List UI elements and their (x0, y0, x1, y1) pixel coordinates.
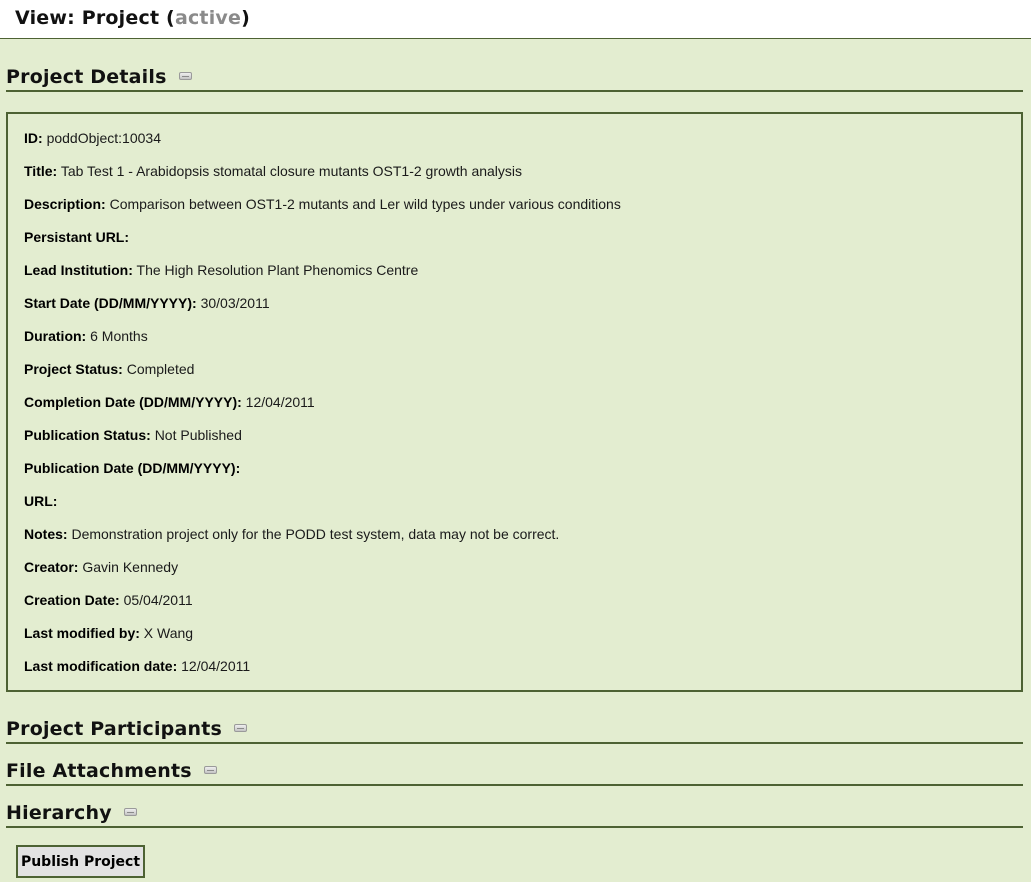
field-start-date: Start Date (DD/MM/YYYY): 30/03/2011 (24, 295, 270, 311)
field-label: Description: (24, 196, 106, 212)
field-value: The High Resolution Plant Phenomics Cent… (136, 262, 419, 278)
field-notes: Notes: Demonstration project only for th… (24, 526, 559, 542)
field-description: Description: Comparison between OST1-2 m… (24, 196, 621, 212)
field-duration: Duration: 6 Months (24, 328, 148, 344)
page-title: View: Project (active) (15, 7, 250, 29)
section-title-project-participants: Project Participants (6, 718, 223, 740)
field-title: Title: Tab Test 1 - Arabidopsis stomatal… (24, 163, 522, 179)
field-label: Title: (24, 163, 58, 179)
field-url: URL: (24, 493, 57, 509)
section-project-participants: Project Participants (6, 718, 1023, 744)
publish-project-button[interactable]: Publish Project (16, 845, 145, 878)
field-value: 05/04/2011 (123, 592, 193, 608)
field-label: Publication Date (DD/MM/YYYY): (24, 460, 241, 476)
project-details-panel: ID: poddObject:10034 Title: Tab Test 1 -… (6, 112, 1023, 692)
section-file-attachments: File Attachments (6, 760, 1023, 786)
field-label: Project Status: (24, 361, 123, 377)
collapse-toggle-icon[interactable] (178, 72, 192, 80)
field-label: Duration: (24, 328, 87, 344)
collapse-toggle-icon[interactable] (234, 724, 248, 732)
field-label: Last modified by: (24, 625, 140, 641)
section-title-project-details: Project Details (6, 66, 167, 88)
field-publication-date: Publication Date (DD/MM/YYYY): (24, 460, 240, 476)
field-id: ID: poddObject:10034 (24, 130, 161, 146)
section-hierarchy: Hierarchy (6, 802, 1023, 828)
field-value: 12/04/2011 (245, 394, 315, 410)
field-label: Start Date (DD/MM/YYYY): (24, 295, 197, 311)
collapse-toggle-icon[interactable] (123, 808, 137, 816)
field-project-status: Project Status: Completed (24, 361, 194, 377)
field-creation-date: Creation Date: 05/04/2011 (24, 592, 193, 608)
field-last-modification-date: Last modification date: 12/04/2011 (24, 658, 250, 674)
page-title-prefix: View: Project ( (15, 7, 175, 29)
field-value: Gavin Kennedy (82, 559, 179, 575)
field-label: Notes: (24, 526, 68, 542)
field-value: Comparison between OST1-2 mutants and Le… (109, 196, 621, 212)
section-title-hierarchy: Hierarchy (6, 802, 112, 824)
field-creator: Creator: Gavin Kennedy (24, 559, 178, 575)
project-status-label: active (174, 7, 242, 29)
field-label: Creator: (24, 559, 79, 575)
field-value: Demonstration project only for the PODD … (71, 526, 560, 542)
field-completion-date: Completion Date (DD/MM/YYYY): 12/04/2011 (24, 394, 315, 410)
field-label: Persistant URL: (24, 229, 130, 245)
field-value: poddObject:10034 (46, 130, 161, 146)
field-value: 30/03/2011 (200, 295, 270, 311)
field-publication-status: Publication Status: Not Published (24, 427, 242, 443)
field-label: ID: (24, 130, 43, 146)
field-value: Completed (126, 361, 195, 377)
field-label: Lead Institution: (24, 262, 133, 278)
collapse-toggle-icon[interactable] (203, 766, 217, 774)
field-label: Last modification date: (24, 658, 178, 674)
field-label: URL: (24, 493, 58, 509)
field-value: Not Published (154, 427, 242, 443)
field-label: Completion Date (DD/MM/YYYY): (24, 394, 242, 410)
field-lead-institution: Lead Institution: The High Resolution Pl… (24, 262, 418, 278)
field-label: Creation Date: (24, 592, 120, 608)
page-title-suffix: ) (241, 7, 250, 29)
field-last-modified-by: Last modified by: X Wang (24, 625, 193, 641)
page-header: View: Project (active) (0, 0, 1031, 39)
field-value: X Wang (143, 625, 194, 641)
field-value: 12/04/2011 (181, 658, 251, 674)
section-title-file-attachments: File Attachments (6, 760, 192, 782)
field-value: 6 Months (90, 328, 148, 344)
section-project-details: Project Details (6, 66, 1023, 92)
field-value: Tab Test 1 - Arabidopsis stomatal closur… (60, 163, 523, 179)
field-label: Publication Status: (24, 427, 151, 443)
field-persistant-url: Persistant URL: (24, 229, 129, 245)
